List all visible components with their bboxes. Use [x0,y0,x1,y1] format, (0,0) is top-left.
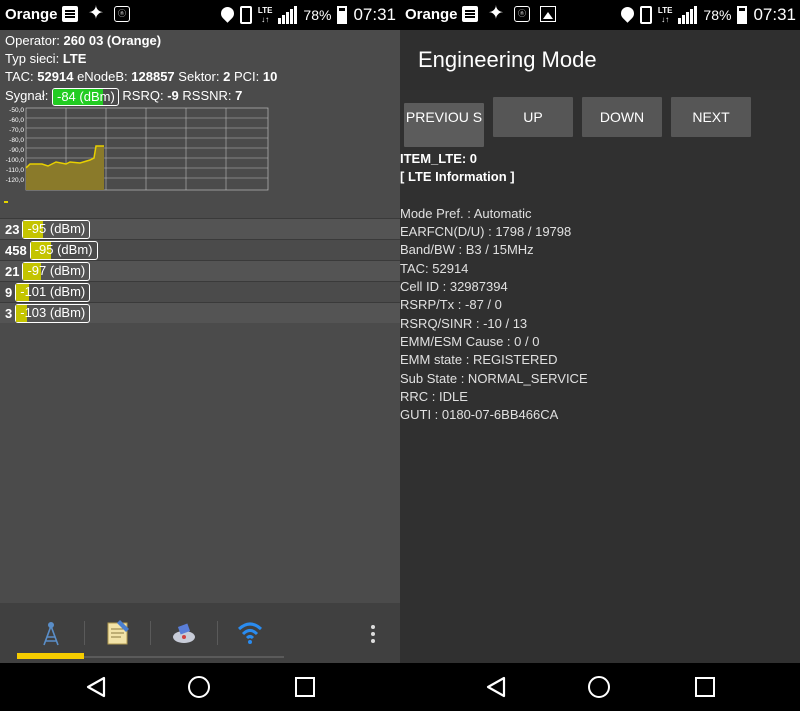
status-bar: Orange ✦ ⓝ LTE ↓↑ 78% 07:31 [400,0,800,30]
up-button[interactable]: UP [493,97,573,137]
battery-percent: 78% [703,7,732,23]
vibrate-icon [239,6,252,24]
clock: 07:31 [353,5,396,24]
network-monitor-screen: Orange ✦ ⓝ LTE ↓↑ 78% 07:31 Operator: 260… [0,0,400,711]
neighbor-cells-list: 23 -95 (dBm) 458 -95 (dBm) 21 -97 (dBm) … [0,218,400,323]
battery-icon [737,6,748,24]
signal-history-chart: -50,0 -60,0 -70,0 -80,0 -90,0 -100,0 -110,0 -12… [6,107,269,191]
y-tick-label: -60,0 [9,117,24,124]
y-tick-label: -50,0 [9,107,24,114]
info-line: RSRP/Tx : -87 / 0 [400,297,502,313]
info-line: EMM/ESM Cause : 0 / 0 [400,333,540,349]
y-tick-label: -120,0 [6,177,25,184]
info-line: EMM state : REGISTERED [400,352,558,368]
location-icon [621,7,634,23]
more-icon[interactable] [370,625,376,645]
notification-doc-icon [462,6,478,22]
recent-apps-icon[interactable] [295,677,315,697]
battery-icon [337,6,348,24]
location-icon [221,7,234,23]
marker-dash [4,201,8,203]
lte-data-icon: LTE ↓↑ [657,6,673,24]
operator-value: 260 03 (Orange) [63,33,162,48]
y-tick-label: -80,0 [9,137,24,144]
cell-signal-badge: -95 (dBm) [22,219,91,239]
recent-apps-icon[interactable] [695,677,715,697]
y-tick-label: -70,0 [9,127,24,134]
down-button[interactable]: DOWN [582,97,662,137]
lte-info-panel: ITEM_LTE: 0 [ LTE Information ] Mode Pre… [400,150,588,424]
vibrate-icon [639,6,652,24]
info-line: RRC : IDLE [400,388,468,404]
previous-button[interactable]: PREVIOU S [404,103,484,147]
cell-signal-badge: -103 (dBm) [15,303,91,323]
navigation-bar [400,663,800,711]
signal-strength-icon [278,6,298,24]
sparkle-icon: ✦ [88,3,104,24]
battery-percent: 78% [303,7,332,23]
notepad-icon[interactable] [104,617,132,647]
back-icon[interactable] [84,675,108,699]
list-item[interactable]: 21 -97 (dBm) [0,260,400,281]
info-line: GUTI : 0180-07-6BB466CA [400,407,559,423]
pci-value: 10 [262,69,278,84]
list-item[interactable]: 3 -103 (dBm) [0,302,400,323]
home-icon[interactable] [188,676,210,698]
info-line: Band/BW : B3 / 15MHz [400,242,534,258]
tac-value: 52914 [37,69,74,84]
back-icon[interactable] [484,675,508,699]
wifi-icon[interactable] [236,617,264,647]
info-line: Cell ID : 32987394 [400,279,508,295]
cell-signal-badge: -95 (dBm) [29,240,98,260]
nfc-icon: ⓝ [114,6,130,22]
clock: 07:31 [753,5,796,24]
home-icon[interactable] [588,676,610,698]
enodeb-value: 128857 [131,69,175,84]
bottom-toolbar [0,603,400,663]
list-item[interactable]: 23 -95 (dBm) [0,218,400,239]
signal-line: Sygnał: -84 (dBm) RSRQ: -9 RSSNR: 7 [5,87,243,106]
next-button[interactable]: NEXT [671,97,751,137]
info-line: Sub State : NORMAL_SERVICE [400,370,588,386]
info-line: TAC: 52914 [400,260,469,276]
engineering-mode-screen: Orange ✦ ⓝ LTE ↓↑ 78% 07:31 Engineering M… [400,0,800,711]
active-tab-indicator [17,653,84,659]
carrier-name: Orange [405,6,458,23]
signal-area [26,146,104,190]
sector-value: 2 [223,69,231,84]
tab-track [84,656,284,658]
tower-icon[interactable] [37,617,65,647]
list-item[interactable]: 9 -101 (dBm) [0,281,400,302]
network-type-value: LTE [62,51,87,66]
navigation-bar [0,663,400,711]
info-line: EARFCN(D/U) : 1798 / 19798 [400,224,572,240]
info-line: Mode Pref. : Automatic [400,205,532,221]
image-icon [540,6,556,22]
section-label: [ LTE Information ] [400,169,515,185]
tac-line: TAC: 52914 eNodeB: 128857 Sektor: 2 PCI:… [5,69,278,84]
rsrq-value: -9 [167,88,179,103]
satellite-map-icon[interactable] [170,617,198,647]
network-type-line: Typ sieci: LTE [5,51,87,66]
lte-data-icon: LTE ↓↑ [257,6,273,24]
item-label: ITEM_LTE: 0 [400,151,478,166]
cell-signal-badge: -97 (dBm) [22,261,91,281]
y-tick-label: -100,0 [6,157,25,164]
info-line: RSRQ/SINR : -10 / 13 [400,315,528,331]
notification-doc-icon [62,6,78,22]
y-tick-label: -90,0 [9,147,24,154]
page-title: Engineering Mode [400,30,800,90]
nfc-icon: ⓝ [514,6,530,22]
operator-line: Operator: 260 03 (Orange) [5,33,162,48]
carrier-name: Orange [5,6,58,23]
signal-badge: -84 (dBm) [52,87,119,106]
rssnr-value: 7 [235,88,243,103]
signal-strength-icon [678,6,698,24]
status-bar: Orange ✦ ⓝ LTE ↓↑ 78% 07:31 [0,0,400,30]
cell-signal-badge: -101 (dBm) [15,282,91,302]
list-item[interactable]: 458 -95 (dBm) [0,239,400,260]
sparkle-icon: ✦ [488,3,504,24]
y-tick-label: -110,0 [6,167,24,174]
cell-info: Operator: 260 03 (Orange) Typ sieci: LTE… [5,32,277,106]
